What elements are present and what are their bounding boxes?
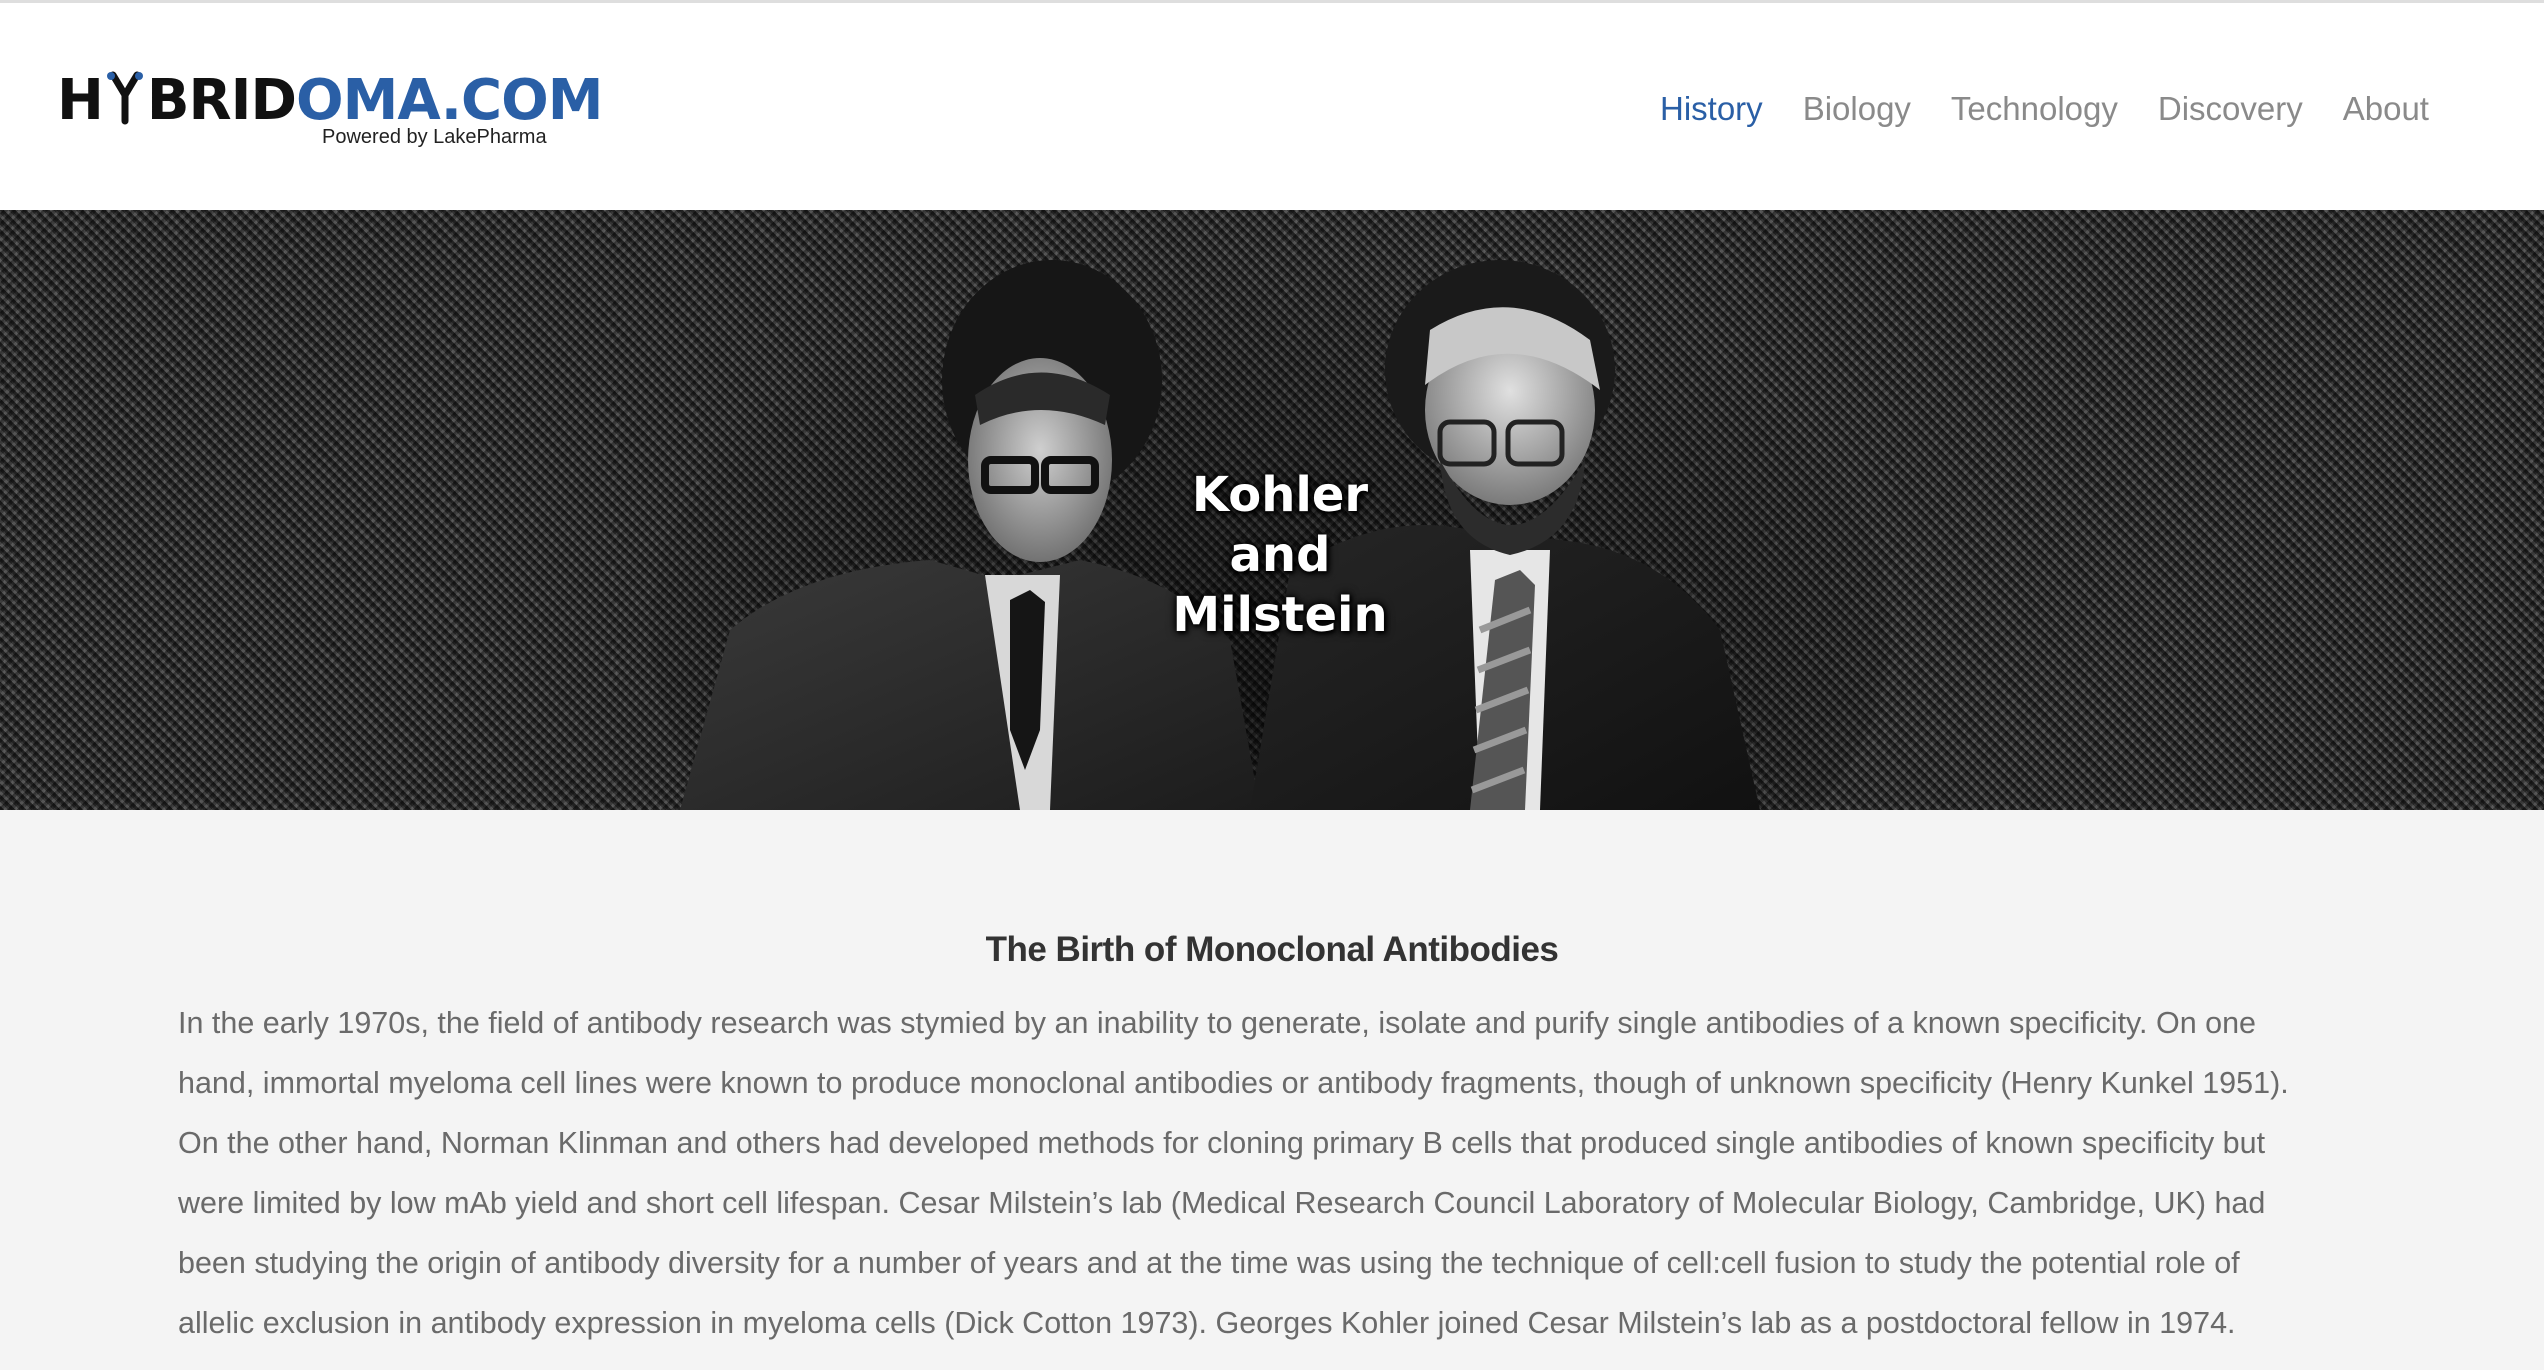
site-header: H BRIDOMA.COM Powered by LakePharma Hist… bbox=[0, 3, 2544, 210]
nav-technology[interactable]: Technology bbox=[1951, 87, 2118, 131]
paragraph-line: were limited by low mAb yield and short … bbox=[178, 1186, 2266, 1220]
nav-about[interactable]: About bbox=[2343, 87, 2429, 131]
article-title: The Birth of Monoclonal Antibodies bbox=[985, 930, 1559, 969]
paragraph-line: been studying the origin of antibody div… bbox=[178, 1246, 2240, 1280]
main-content: The Birth of Monoclonal Antibodies In th… bbox=[0, 810, 2544, 1370]
hero-banner: Kohler and Milstein bbox=[0, 210, 2544, 810]
logo-text-oma: OMA.COM bbox=[296, 68, 603, 133]
site-logo[interactable]: H BRIDOMA.COM Powered by LakePharma bbox=[57, 69, 603, 159]
logo-tagline: Powered by LakePharma bbox=[322, 126, 547, 148]
nav-history[interactable]: History bbox=[1660, 87, 1763, 131]
logo-text-brid: BRID bbox=[146, 68, 297, 133]
logo-wordmark: H BRIDOMA.COM bbox=[57, 68, 603, 133]
nav-biology[interactable]: Biology bbox=[1803, 87, 1911, 131]
article-paragraph: In the early 1970s, the field of antibod… bbox=[178, 993, 2378, 1353]
logo-text-h: H bbox=[57, 68, 104, 133]
paragraph-line: In the early 1970s, the field of antibod… bbox=[178, 1006, 2257, 1040]
hero-caption: Kohler and Milstein bbox=[1130, 465, 1430, 645]
paragraph-line: On the other hand, Norman Klinman and ot… bbox=[178, 1126, 2266, 1160]
paragraph-line: allelic exclusion in antibody expression… bbox=[178, 1306, 2236, 1340]
antibody-icon bbox=[106, 71, 143, 125]
paragraph-line: hand, immortal myeloma cell lines were k… bbox=[178, 1066, 2289, 1100]
hero-caption-line: Kohler bbox=[1191, 467, 1369, 523]
hero-caption-line: Milstein bbox=[1172, 587, 1388, 643]
hero-caption-line: and bbox=[1229, 527, 1331, 583]
main-nav: History Biology Technology Discovery Abo… bbox=[1660, 87, 2469, 131]
nav-discovery[interactable]: Discovery bbox=[2158, 87, 2303, 131]
